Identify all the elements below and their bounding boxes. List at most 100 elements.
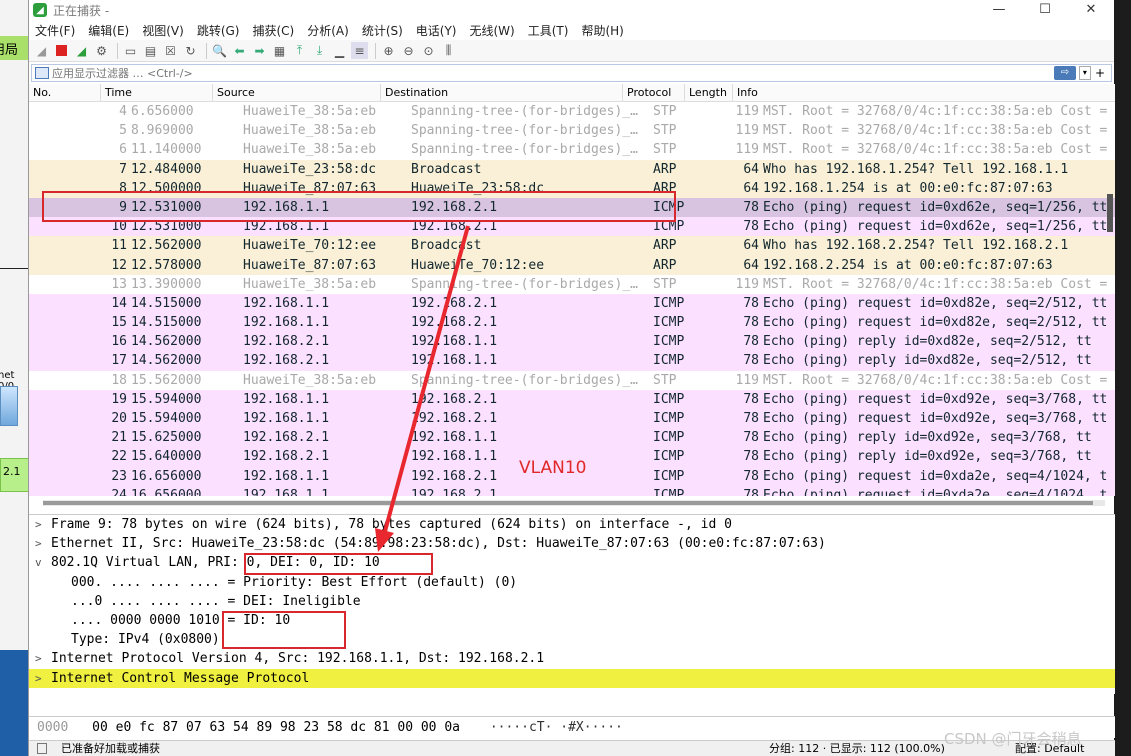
window-title: 正在捕获 - bbox=[53, 3, 110, 18]
packet-row[interactable]: 5 8.969000 HuaweiTe_38:5a:eb Spanning-tree-… bbox=[29, 121, 1115, 141]
zoom-out-icon[interactable]: ⊖ bbox=[400, 42, 417, 59]
open-file-icon[interactable]: ▭ bbox=[122, 42, 139, 59]
find-packet-icon[interactable]: 🔍 bbox=[211, 42, 228, 59]
packet-source: HuaweiTe_23:58:dc bbox=[243, 161, 377, 177]
packet-row[interactable]: 10 12.531000 192.168.1.1 192.168.2.1 ICMP 78 E… bbox=[29, 217, 1115, 237]
menu-view[interactable]: 视图(V) bbox=[142, 22, 184, 39]
expanded-chevron-icon[interactable]: v bbox=[35, 553, 51, 572]
packet-row[interactable]: 4 6.656000 HuaweiTe_38:5a:eb Spanning-tree-… bbox=[29, 102, 1115, 122]
detail-row[interactable]: .... 0000 0000 1010 = ID: 10 bbox=[29, 611, 1115, 630]
go-to-packet-icon[interactable]: ▦ bbox=[271, 42, 288, 59]
collapsed-chevron-icon[interactable]: > bbox=[35, 515, 51, 534]
go-back-icon[interactable]: ⬅ bbox=[231, 42, 248, 59]
packet-number: 6 bbox=[119, 142, 127, 158]
menu-telephony[interactable]: 电话(Y) bbox=[416, 22, 457, 39]
menu-go[interactable]: 跳转(G) bbox=[197, 22, 240, 39]
expert-info-icon[interactable] bbox=[37, 743, 47, 754]
collapsed-chevron-icon[interactable]: > bbox=[35, 649, 51, 668]
column-header-info[interactable]: Info bbox=[733, 84, 1115, 101]
packet-source: 192.168.2.1 bbox=[243, 430, 330, 446]
column-header-source[interactable]: Source bbox=[213, 84, 381, 101]
zoom-in-icon[interactable]: ⊕ bbox=[380, 42, 397, 59]
column-header-protocol[interactable]: Protocol bbox=[623, 84, 685, 101]
autoscroll-icon[interactable]: ▁ bbox=[331, 42, 348, 59]
menu-edit[interactable]: 编辑(E) bbox=[88, 22, 129, 39]
packet-row[interactable]: 21 15.625000 192.168.2.1 192.168.1.1 ICMP 78 E… bbox=[29, 428, 1115, 448]
packet-protocol: ICMP bbox=[653, 315, 685, 331]
close-button[interactable]: ✕ bbox=[1068, 0, 1114, 20]
packet-length: 64 bbox=[743, 161, 759, 177]
filter-history-dropdown[interactable]: ▾ bbox=[1078, 66, 1091, 80]
packet-info: Echo (ping) request id=0xd92e, seq=3/768… bbox=[763, 391, 1108, 407]
bytes-ascii[interactable]: ·····cT· ·#X····· bbox=[490, 720, 623, 735]
packet-row[interactable]: 24 16.656000 192.168.1.1 192.168.2.1 ICMP 78 E… bbox=[29, 485, 1115, 496]
horizontal-scrollbar[interactable] bbox=[43, 500, 1105, 506]
column-header-destination[interactable]: Destination bbox=[381, 84, 623, 101]
last-packet-icon[interactable]: ⤓ bbox=[311, 42, 328, 59]
restart-capture-icon[interactable]: ◢ bbox=[73, 42, 90, 59]
collapsed-chevron-icon[interactable]: > bbox=[35, 669, 51, 688]
packet-time: 16.656000 bbox=[131, 468, 202, 484]
column-header-no[interactable]: No. bbox=[29, 84, 101, 101]
detail-row[interactable]: > Internet Control Message Protocol bbox=[29, 668, 1115, 688]
add-filter-button-icon[interactable]: + bbox=[1095, 66, 1105, 80]
column-header-time[interactable]: Time bbox=[101, 84, 213, 101]
menu-capture[interactable]: 捕获(C) bbox=[252, 22, 294, 39]
packet-row[interactable]: 7 12.484000 HuaweiTe_23:58:dc Broadcast ARP 6… bbox=[29, 159, 1115, 179]
start-capture-icon[interactable]: ◢ bbox=[33, 42, 50, 59]
packet-row[interactable]: 18 15.562000 HuaweiTe_38:5a:eb Spanning-tre… bbox=[29, 370, 1115, 390]
bytes-hex[interactable]: 00 e0 fc 87 07 63 54 89 98 23 58 dc 81 0… bbox=[92, 720, 460, 735]
menu-analyze[interactable]: 分析(A) bbox=[307, 22, 349, 39]
first-packet-icon[interactable]: ⤒ bbox=[291, 42, 308, 59]
packet-number: 24 bbox=[111, 487, 127, 496]
detail-row[interactable]: 000. .... .... .... = Priority: Best Eff… bbox=[29, 573, 1115, 592]
packet-time: 12.562000 bbox=[131, 238, 202, 254]
packet-row[interactable]: 14 14.515000 192.168.1.1 192.168.2.1 ICMP 78 E… bbox=[29, 293, 1115, 314]
packet-row[interactable]: 19 15.594000 192.168.1.1 192.168.2.1 ICMP 78 E… bbox=[29, 389, 1115, 409]
close-file-icon[interactable]: ☒ bbox=[162, 42, 179, 59]
collapsed-chevron-icon[interactable]: > bbox=[35, 534, 51, 553]
detail-row[interactable]: > Internet Protocol Version 4, Src: 192.1… bbox=[29, 649, 1115, 668]
menu-tools[interactable]: 工具(T) bbox=[528, 22, 569, 39]
display-filter-input[interactable] bbox=[52, 66, 1054, 80]
packet-row[interactable]: 20 15.594000 192.168.1.1 192.168.2.1 ICMP 78 E… bbox=[29, 409, 1115, 429]
packet-row[interactable]: 6 11.140000 HuaweiTe_38:5a:eb Spanning-tree… bbox=[29, 140, 1115, 160]
column-header-length[interactable]: Length bbox=[685, 84, 733, 101]
go-forward-icon[interactable]: ➡ bbox=[251, 42, 268, 59]
detail-row[interactable]: Type: IPv4 (0x0800) bbox=[29, 630, 1115, 649]
packet-row[interactable]: 16 14.562000 192.168.2.1 192.168.1.1 ICMP 78 E… bbox=[29, 332, 1115, 352]
packet-protocol: STP bbox=[653, 142, 677, 158]
packet-row[interactable]: 12 12.578000 HuaweiTe_87:07:63 HuaweiTe_70:… bbox=[29, 255, 1115, 275]
resize-columns-icon[interactable]: ⫼ bbox=[440, 42, 457, 59]
detail-row[interactable]: > Ethernet II, Src: HuaweiTe_23:58:dc (54… bbox=[29, 534, 1115, 553]
zoom-normal-icon[interactable]: ⊙ bbox=[420, 42, 437, 59]
maximize-button[interactable]: ☐ bbox=[1022, 0, 1068, 20]
horizontal-scrollbar-thumb[interactable] bbox=[43, 501, 1093, 505]
bookmark-icon[interactable] bbox=[35, 67, 49, 79]
capture-options-icon[interactable]: ⚙ bbox=[93, 42, 110, 59]
menu-statistics[interactable]: 统计(S) bbox=[362, 22, 403, 39]
packet-protocol: ICMP bbox=[653, 487, 685, 496]
detail-row[interactable]: v 802.1Q Virtual LAN, PRI: 0, DEI: 0, ID:… bbox=[29, 553, 1115, 572]
stop-capture-icon[interactable] bbox=[53, 42, 70, 59]
vertical-scrollbar[interactable] bbox=[1107, 194, 1113, 232]
packet-row[interactable]: 11 12.562000 HuaweiTe_70:12:ee Broadcast ARP… bbox=[29, 236, 1115, 256]
detail-row[interactable]: > Frame 9: 78 bytes on wire (624 bits), 7… bbox=[29, 515, 1115, 534]
packet-time: 6.656000 bbox=[131, 104, 194, 119]
apply-filter-button[interactable]: ⇨ bbox=[1053, 66, 1076, 80]
minimize-button[interactable]: — bbox=[976, 0, 1022, 20]
menu-wireless[interactable]: 无线(W) bbox=[470, 22, 515, 39]
menu-help[interactable]: 帮助(H) bbox=[581, 22, 623, 39]
packet-row[interactable]: 8 12.500000 HuaweiTe_87:07:63 HuaweiTe_23:5… bbox=[29, 178, 1115, 198]
packet-row[interactable]: 9 12.531000 192.168.1.1 192.168.2.1 ICMP 78 Ec… bbox=[29, 197, 1115, 218]
reload-file-icon[interactable]: ↻ bbox=[182, 42, 199, 59]
colorize-icon[interactable]: ≡ bbox=[351, 42, 368, 59]
packet-row[interactable]: 13 13.390000 HuaweiTe_38:5a:eb Spanning-tre… bbox=[29, 274, 1115, 294]
packet-row[interactable]: 15 14.515000 192.168.1.1 192.168.2.1 ICMP 78 E… bbox=[29, 313, 1115, 333]
packet-time: 15.594000 bbox=[131, 391, 202, 407]
detail-row[interactable]: ...0 .... .... .... = DEI: Ineligible bbox=[29, 592, 1115, 611]
menu-file[interactable]: 文件(F) bbox=[35, 22, 75, 39]
packet-destination: 192.168.1.1 bbox=[411, 430, 498, 446]
packet-row[interactable]: 17 14.562000 192.168.2.1 192.168.1.1 ICMP 78 E… bbox=[29, 351, 1115, 371]
save-file-icon[interactable]: ▤ bbox=[142, 42, 159, 59]
